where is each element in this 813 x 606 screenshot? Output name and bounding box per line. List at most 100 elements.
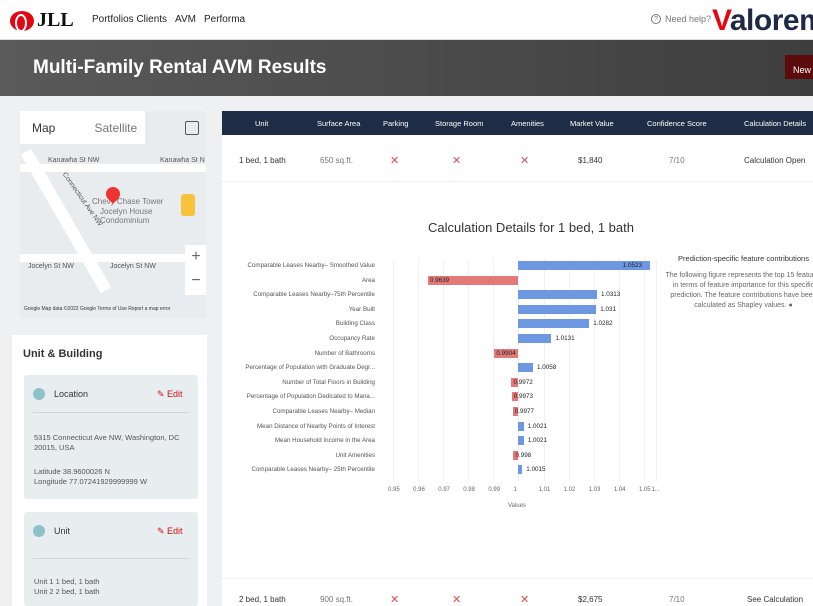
feature-label: Number of Bathrooms xyxy=(314,349,375,357)
value-label: 1.0058 xyxy=(537,364,557,372)
value-label: 0.9972 xyxy=(513,378,533,386)
feature-label: Occupancy Rate xyxy=(329,335,375,342)
no-amenities-icon: ✕ xyxy=(520,594,530,606)
contribution-bar[interactable] xyxy=(518,436,524,446)
value-label: 1.0021 xyxy=(527,422,548,430)
map-attribution: Google Map data ©2022 Google Terms of Us… xyxy=(24,306,171,312)
page-title: Multi-Family Rental AVM Results xyxy=(33,57,327,78)
no-parking-icon: ✕ xyxy=(390,594,400,606)
info-icon[interactable]: ● xyxy=(788,302,792,309)
location-card: Location ✎ Edit 5315 Connecticut Ave NW,… xyxy=(24,375,198,499)
feature-label: Comparable Leases Nearby– Smoothed Value xyxy=(247,262,376,269)
street-view-pegman-icon[interactable] xyxy=(181,194,195,216)
zoom-out-icon[interactable]: − xyxy=(185,269,206,293)
feature-label: Year Built xyxy=(348,305,375,313)
nav-portfolios-clients[interactable]: Portfolios Clients xyxy=(92,14,167,25)
unit-building-title: Unit & Building xyxy=(23,348,103,360)
value-label: 1.0282 xyxy=(593,320,613,328)
contribution-bar[interactable] xyxy=(518,290,598,300)
map-tab-satellite[interactable]: Satellite xyxy=(83,111,146,144)
feature-label: Comparable Leases Nearby– Median xyxy=(272,408,376,415)
brand-rest: alorem xyxy=(729,4,813,37)
location-edit-button[interactable]: ✎ Edit xyxy=(157,389,183,400)
value-label: 1.0313 xyxy=(601,291,621,299)
divider xyxy=(33,558,189,559)
grid-line xyxy=(656,259,658,481)
col-surface-area: Surface Area xyxy=(317,119,361,128)
x-tick-label: 0.99 xyxy=(488,487,501,493)
contribution-bar[interactable] xyxy=(518,319,590,329)
feature-label: Percentage of Population Dedicated to Ma… xyxy=(246,393,375,401)
feature-label: Unit Amenities xyxy=(335,451,375,459)
col-market-value: Market Value xyxy=(570,119,614,128)
map-panel[interactable]: Map Satellite Kanawha St NW Kanawha St N… xyxy=(20,111,206,318)
unit-edit-button[interactable]: ✎ Edit xyxy=(157,526,183,537)
value-label: 0.9639 xyxy=(429,276,450,284)
grid-line xyxy=(493,259,495,481)
main-nav: Portfolios Clients AVM Performa xyxy=(92,14,245,25)
contribution-bar[interactable] xyxy=(518,363,534,373)
nav-avm[interactable]: AVM xyxy=(175,14,196,25)
calculation-open-link[interactable]: Calculation Open xyxy=(744,156,805,165)
no-amenities-icon: ✕ xyxy=(520,155,530,167)
table-row[interactable]: 2 bed, 1 bath 900 sq.ft. ✕ ✕ ✕ $2,675 7/… xyxy=(222,578,813,606)
feature-label: Percentage of Population with Graduate D… xyxy=(245,364,375,372)
feature-label: Mean Distance of Nearby Points of Intere… xyxy=(257,422,375,430)
top-navigation-bar: JLL Portfolios Clients AVM Performa ? Ne… xyxy=(0,0,813,40)
value-label: 0.9973 xyxy=(513,393,533,401)
contribution-bar[interactable] xyxy=(518,304,597,314)
col-amenities: Amenities xyxy=(511,119,544,128)
no-storage-icon: ✕ xyxy=(452,594,462,606)
valorem-brand-logo: Valorem xyxy=(712,4,813,38)
x-tick-label: 1.02 xyxy=(563,487,576,493)
col-confidence-score: Confidence Score xyxy=(647,119,707,128)
contribution-bar[interactable] xyxy=(518,334,552,343)
zoom-in-icon[interactable]: + xyxy=(185,245,206,269)
value-label: 0.9904 xyxy=(496,349,516,357)
no-storage-icon: ✕ xyxy=(452,155,462,167)
jll-logo-icon xyxy=(10,10,34,32)
x-tick-label: 0.95 xyxy=(388,487,400,493)
jll-logo[interactable]: JLL xyxy=(10,9,74,32)
calculation-title: Calculation Details for 1 bed, 1 bath xyxy=(428,220,634,235)
row-unit: 1 bed, 1 bath xyxy=(239,156,286,165)
jll-logo-text: JLL xyxy=(37,9,74,31)
row-area: 900 sq.ft. xyxy=(320,595,353,604)
x-tick-label: 0.96 xyxy=(413,487,425,493)
help-link[interactable]: ? Need help? xyxy=(651,14,711,24)
new-avm-button[interactable]: New AVM xyxy=(785,55,813,79)
x-tick-label: 1... xyxy=(651,487,660,493)
col-unit: Unit xyxy=(255,119,269,128)
grid-line xyxy=(443,259,445,481)
brand-v: V xyxy=(712,4,730,37)
nav-performa[interactable]: Performa xyxy=(204,14,245,25)
value-label: 1.0523 xyxy=(622,262,642,269)
x-tick-label: 1.05 xyxy=(638,487,651,493)
value-label: 1.031 xyxy=(600,305,617,313)
latitude-text: Latitude 38.9600026 N xyxy=(34,467,110,476)
value-label: 1.0131 xyxy=(555,335,575,342)
page-header: Multi-Family Rental AVM Results New AVM xyxy=(0,40,813,96)
x-axis-label: Values xyxy=(508,503,526,509)
x-tick-label: 1 xyxy=(513,487,517,493)
longitude-text: Longitude 77.07241929999999 W xyxy=(34,477,148,486)
see-calculation-link[interactable]: See Calculation xyxy=(747,595,803,604)
row-market-value: $2,675 xyxy=(578,595,603,604)
x-tick-label: 1.04 xyxy=(613,487,626,493)
x-tick-label: 1.01 xyxy=(538,487,551,493)
grid-line xyxy=(468,259,470,481)
row-unit: 2 bed, 1 bath xyxy=(239,595,286,604)
contribution-bar[interactable] xyxy=(518,465,523,475)
map-tab-map[interactable]: Map xyxy=(20,111,83,144)
col-calculation-details: Calculation Details xyxy=(744,119,807,128)
no-parking-icon: ✕ xyxy=(390,155,400,167)
table-row[interactable]: 1 bed, 1 bath 650 sq.ft. ✕ ✕ ✕ $1,840 7/… xyxy=(222,138,813,182)
street-label: Kanawha St NW xyxy=(48,157,100,164)
fullscreen-icon[interactable] xyxy=(185,121,199,135)
unit2-text: Unit 2 2 bed, 1 bath xyxy=(34,587,100,596)
unit-title: Unit xyxy=(54,526,71,536)
grid-line xyxy=(418,259,420,481)
zoom-controls: + − xyxy=(185,245,206,295)
contribution-bar[interactable] xyxy=(518,421,524,431)
road xyxy=(20,254,206,262)
